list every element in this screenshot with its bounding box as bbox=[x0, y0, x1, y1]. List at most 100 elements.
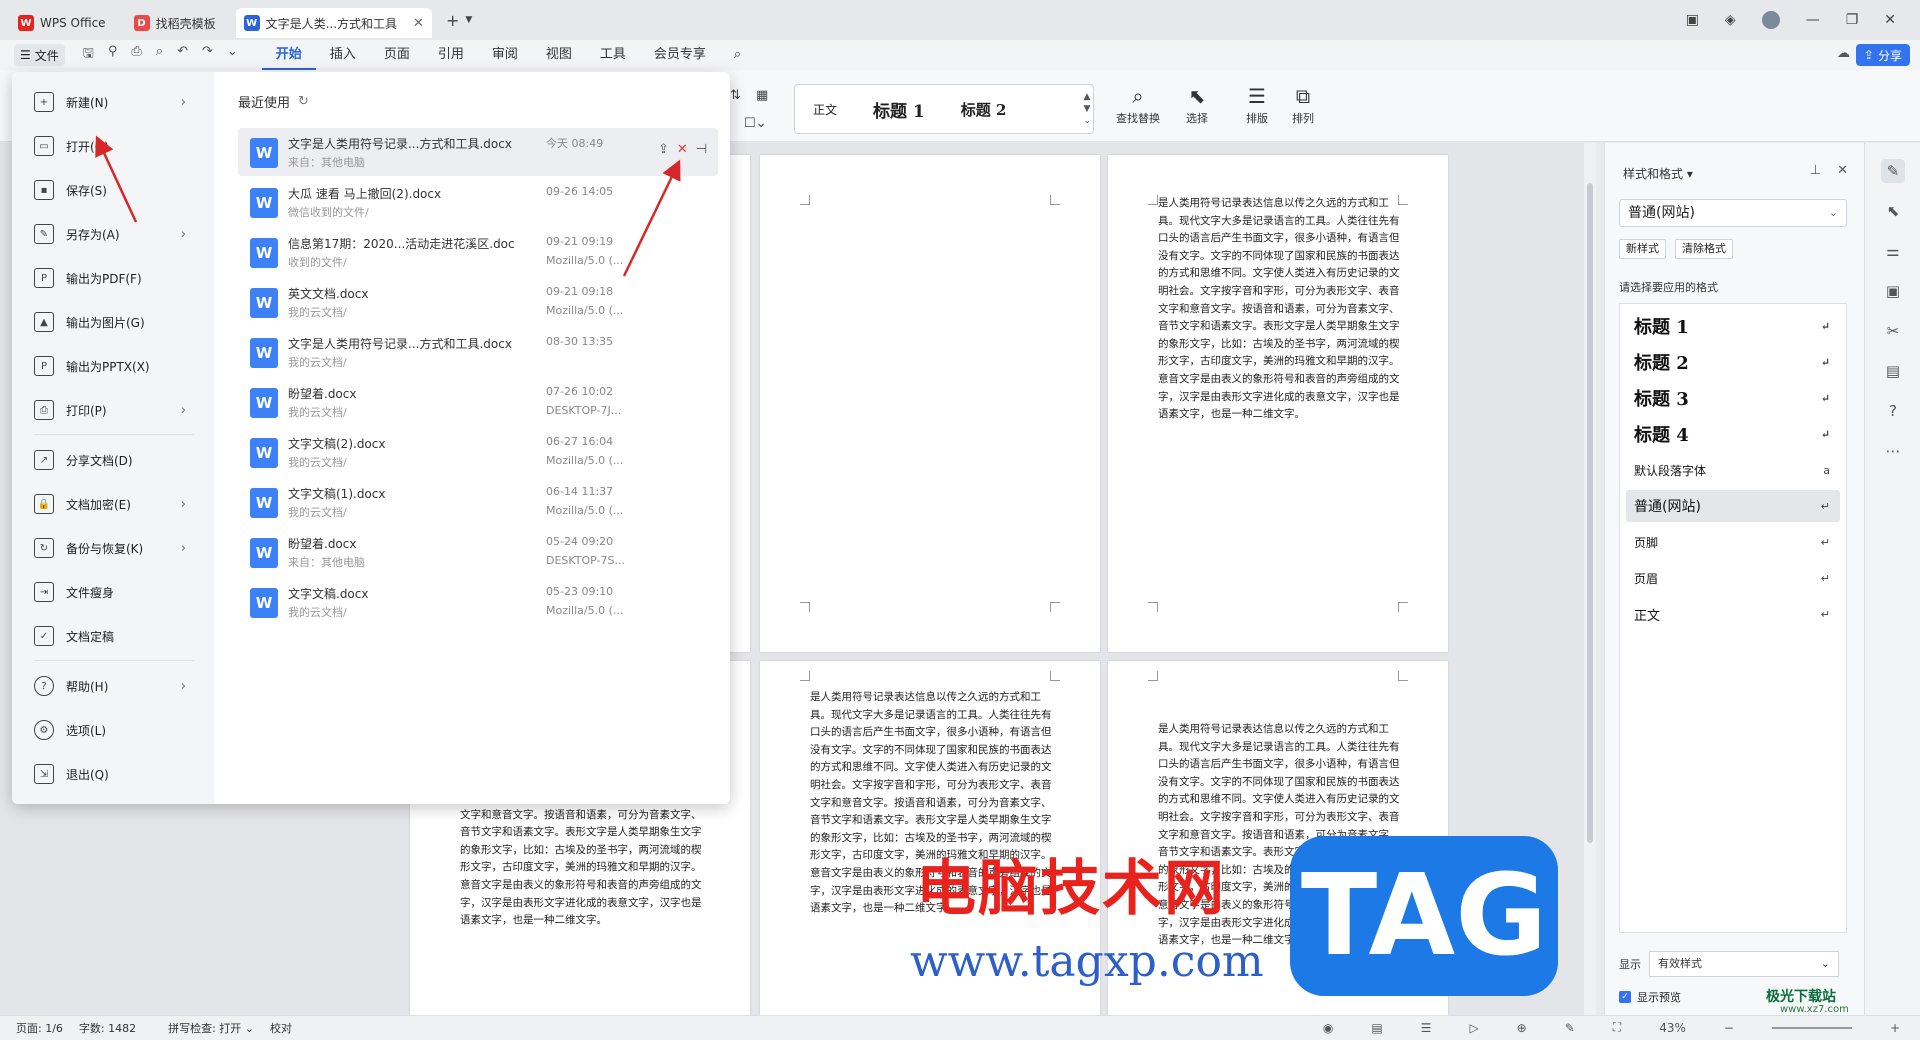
menu-finalize[interactable]: ✓ 文档定稿 bbox=[12, 618, 214, 654]
sliders-icon[interactable]: ⚌ bbox=[1881, 239, 1905, 263]
current-style-dropdown[interactable]: 普通(网站) ⌄ bbox=[1619, 199, 1847, 227]
menu-new[interactable]: + 新建(N) › bbox=[12, 84, 214, 120]
show-dropdown[interactable]: 有效样式 ⌄ bbox=[1649, 951, 1839, 977]
redo-icon[interactable]: ↷ bbox=[202, 44, 213, 66]
zoom-slider[interactable] bbox=[1771, 1026, 1852, 1029]
eye-icon[interactable]: ◉ bbox=[1323, 1021, 1333, 1035]
spell-check[interactable]: 拼写检查: 打开 ⌄ bbox=[152, 1020, 254, 1036]
cube-icon[interactable]: ◈ bbox=[1725, 12, 1736, 28]
preview-checkbox[interactable]: ✓ 显示预览 bbox=[1619, 989, 1681, 1005]
edit-pen-icon[interactable]: ✎ bbox=[1881, 159, 1905, 183]
menu-save[interactable]: ▪ 保存(S) bbox=[12, 172, 214, 208]
play-icon[interactable]: ▷ bbox=[1469, 1021, 1478, 1035]
pin-icon[interactable]: ⊥ bbox=[1810, 163, 1821, 178]
menu-export-pdf[interactable]: P 输出为PDF(F) bbox=[12, 260, 214, 296]
recent-file-row[interactable]: W 文字文稿(2).docx 我的云文档/ 06-27 16:04 Mozill… bbox=[238, 428, 718, 476]
menu-help[interactable]: ? 帮助(H) › bbox=[12, 668, 214, 704]
tab-view[interactable]: 视图 bbox=[532, 40, 586, 70]
table-icon[interactable]: ▦ bbox=[756, 88, 768, 103]
share-button[interactable]: ⇪ 分享 bbox=[1855, 44, 1910, 66]
tab-wps-office[interactable]: W WPS Office bbox=[10, 8, 114, 38]
refresh-icon[interactable]: ↻ bbox=[298, 94, 309, 109]
style-item[interactable]: 标题 3 ↵ bbox=[1626, 382, 1840, 414]
style-heading-1[interactable]: 标题 1 bbox=[855, 97, 943, 122]
style-normal[interactable]: 正文 bbox=[795, 101, 855, 118]
style-item[interactable]: 页眉 ↵ bbox=[1626, 562, 1840, 594]
arrange-button[interactable]: ⧉ 排列 bbox=[1292, 86, 1314, 126]
zoom-in-icon[interactable]: + bbox=[1890, 1021, 1900, 1035]
find-replace-button[interactable]: ⌕ 查找替换 bbox=[1116, 86, 1160, 126]
menu-open[interactable]: ▭ 打开(O) bbox=[12, 128, 214, 164]
zoom-level[interactable]: 43% bbox=[1659, 1021, 1686, 1035]
recent-file-row[interactable]: W 文字是人类用符号记录...方式和工具.docx 我的云文档/ 08-30 1… bbox=[238, 328, 718, 376]
proofread[interactable]: 校对 bbox=[270, 1020, 292, 1036]
style-item[interactable]: 标题 2 ↵ bbox=[1626, 346, 1840, 378]
close-tab-icon[interactable]: ✕ bbox=[413, 16, 424, 31]
share-icon[interactable]: ⇪ bbox=[658, 142, 669, 157]
style-item[interactable]: 页脚 ↵ bbox=[1626, 526, 1840, 558]
fit-page-icon[interactable]: ⛶ bbox=[1613, 1020, 1621, 1035]
tab-docer-template[interactable]: D 找稻壳模板 bbox=[126, 8, 224, 38]
remove-icon[interactable]: ✕ bbox=[677, 142, 688, 157]
styles-panel-title[interactable]: 样式和格式 ▾ bbox=[1623, 165, 1693, 182]
recent-file-row[interactable]: W 文字文稿(1).docx 我的云文档/ 06-14 11:37 Mozill… bbox=[238, 478, 718, 526]
menu-options[interactable]: ⚙ 选项(L) bbox=[12, 712, 214, 748]
menu-slim[interactable]: ⇥ 文件瘦身 bbox=[12, 574, 214, 610]
layout-button[interactable]: ☰ 排版 bbox=[1246, 86, 1268, 126]
style-item[interactable]: 默认段落字体 a bbox=[1626, 454, 1840, 486]
sort-icon[interactable]: ⇅ bbox=[730, 88, 741, 103]
recent-file-row[interactable]: W 大瓜 速看 马上撤回(2).docx 微信收到的文件/ 09-26 14:0… bbox=[238, 178, 718, 226]
chevron-down-icon[interactable]: ▼ bbox=[465, 15, 472, 25]
style-item[interactable]: 标题 4 ↵ bbox=[1626, 418, 1840, 450]
close-icon[interactable]: ✕ bbox=[1837, 163, 1848, 178]
style-heading-2[interactable]: 标题 2 bbox=[943, 99, 1025, 120]
web-view-icon[interactable]: ⊕ bbox=[1517, 1021, 1527, 1035]
menu-encrypt[interactable]: 🔒 文档加密(E) › bbox=[12, 486, 214, 522]
recent-file-row[interactable]: W 文字是人类用符号记录...方式和工具.docx 来自：其他电脑 今天 08:… bbox=[238, 128, 718, 176]
save-icon[interactable]: 🖫 bbox=[83, 44, 94, 66]
menu-export-pptx[interactable]: P 输出为PPTX(X) bbox=[12, 348, 214, 384]
tab-tools[interactable]: 工具 bbox=[586, 40, 640, 70]
style-item[interactable]: 普通(网站) ↵ bbox=[1626, 490, 1840, 522]
menu-backup[interactable]: ↻ 备份与恢复(K) › bbox=[12, 530, 214, 566]
new-style-button[interactable]: 新样式 bbox=[1619, 239, 1666, 259]
tab-membership[interactable]: 会员专享 bbox=[640, 40, 720, 70]
recent-file-row[interactable]: W 盼望着.docx 来自：其他电脑 05-24 09:20 DESKTOP-7… bbox=[238, 528, 718, 576]
style-item[interactable]: 正文 ↵ bbox=[1626, 598, 1840, 630]
word-count[interactable]: 字数: 1482 bbox=[79, 1020, 136, 1036]
link-icon[interactable]: ⚲ bbox=[108, 44, 118, 66]
select-button[interactable]: ⬉ 选择 bbox=[1186, 86, 1208, 126]
document-page[interactable]: 是人类用符号记录表达信息以传之久远的方式和工具。现代文字大多是记录语言的工具。人… bbox=[1108, 155, 1448, 652]
page-view-icon[interactable]: ▤ bbox=[1371, 1021, 1382, 1035]
file-menu-button[interactable]: ☰ 文件 bbox=[14, 44, 65, 66]
search-icon[interactable]: ⌕ bbox=[720, 40, 755, 70]
avatar[interactable] bbox=[1761, 11, 1780, 29]
border-icon[interactable]: ☐⌄ bbox=[744, 116, 767, 131]
document-page[interactable] bbox=[760, 155, 1100, 652]
chevron-down-icon[interactable]: ⌄ bbox=[227, 44, 238, 66]
cloud-icon[interactable]: ☁ bbox=[1837, 46, 1850, 61]
print-icon[interactable]: ⎙ bbox=[131, 44, 141, 66]
page-indicator[interactable]: 页面: 1/6 bbox=[16, 1020, 63, 1036]
more-icon[interactable]: ⋯ bbox=[1881, 439, 1905, 463]
pen-icon[interactable]: ✎ bbox=[1565, 1021, 1575, 1035]
close-icon[interactable]: ✕ bbox=[1884, 12, 1896, 28]
cursor-icon[interactable]: ⬉ bbox=[1881, 199, 1905, 223]
menu-print[interactable]: ⎙ 打印(P) › bbox=[12, 392, 214, 428]
clear-format-button[interactable]: 清除格式 bbox=[1675, 239, 1733, 259]
new-tab-button[interactable]: + bbox=[446, 11, 459, 30]
outline-view-icon[interactable]: ☰ bbox=[1421, 1021, 1432, 1035]
tab-insert[interactable]: 插入 bbox=[316, 40, 370, 70]
restore-icon[interactable]: ❐ bbox=[1846, 12, 1859, 28]
recent-file-row[interactable]: W 盼望着.docx 我的云文档/ 07-26 10:02 DESKTOP-7J… bbox=[238, 378, 718, 426]
gallery-scroll-icon[interactable]: ▲ ▼ ⌄ bbox=[1083, 91, 1091, 127]
zoom-out-icon[interactable]: − bbox=[1724, 1021, 1734, 1035]
book-icon[interactable]: ▤ bbox=[1881, 359, 1905, 383]
menu-share[interactable]: ↗ 分享文档(D) bbox=[12, 442, 214, 478]
recent-file-row[interactable]: W 英文文档.docx 我的云文档/ 09-21 09:18 Mozilla/5… bbox=[238, 278, 718, 326]
tab-review[interactable]: 审阅 bbox=[478, 40, 532, 70]
minimize-icon[interactable]: — bbox=[1806, 12, 1820, 28]
undo-icon[interactable]: ↶ bbox=[177, 44, 188, 66]
image-edit-icon[interactable]: ▣ bbox=[1881, 279, 1905, 303]
menu-export-image[interactable]: ▲ 输出为图片(G) bbox=[12, 304, 214, 340]
